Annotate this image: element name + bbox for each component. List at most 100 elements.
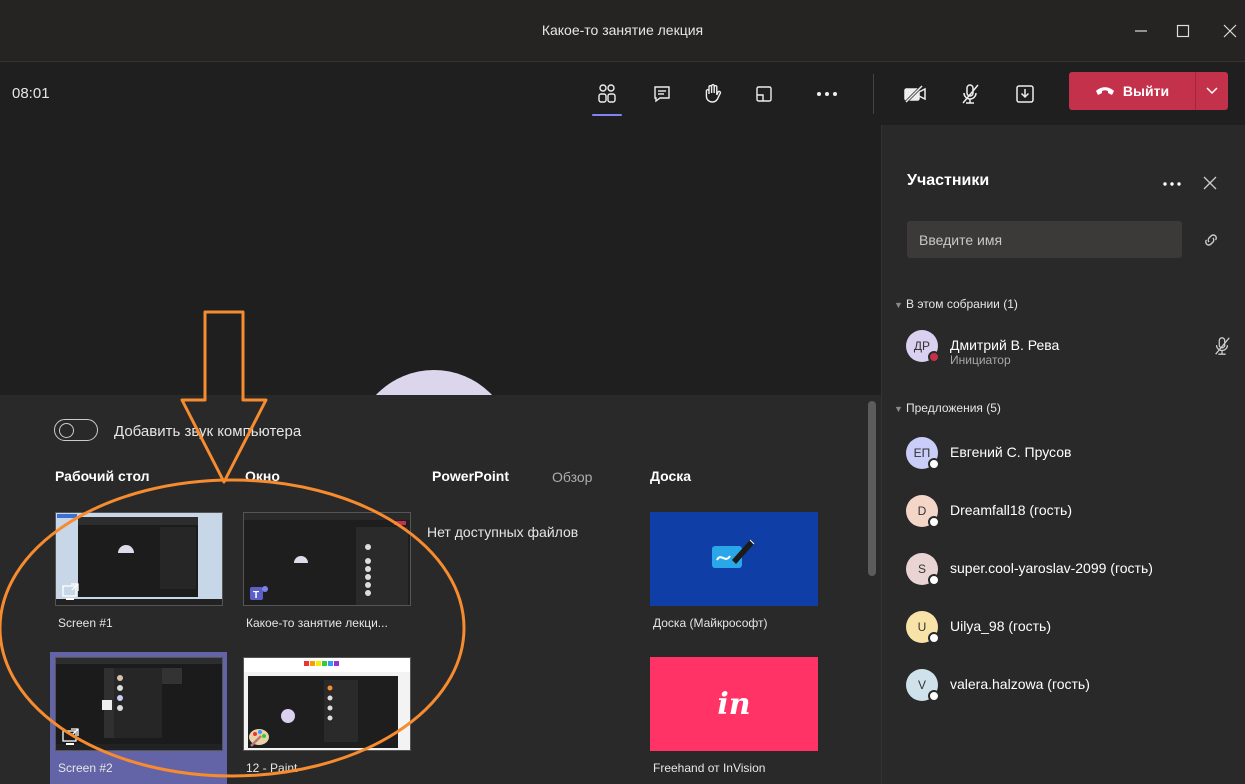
presence-badge (928, 351, 940, 363)
suggestion-item[interactable]: ЕП Евгений С. Прусов (906, 437, 1236, 477)
suggestion-item[interactable]: V valera.halzowa (гость) (906, 669, 1236, 709)
screen-preview (55, 657, 223, 751)
presence-badge (928, 516, 940, 528)
meeting-toolbar: 08:01 Выйти (0, 62, 1245, 125)
leave-options-button[interactable] (1195, 72, 1228, 110)
screen-1-preview-image (56, 513, 222, 605)
ellipsis-icon (1163, 182, 1181, 186)
tray-scrollbar[interactable] (868, 401, 876, 576)
participant-name: Dreamfall18 (гость) (950, 502, 1072, 518)
presence-badge (928, 458, 940, 470)
participant-name: super.cool-yaroslav-2099 (гость) (950, 560, 1153, 576)
paint-app-icon (249, 729, 269, 747)
close-icon (1203, 176, 1217, 190)
chevron-down-icon: ▼ (894, 404, 903, 414)
chevron-down-icon: ▼ (894, 300, 903, 310)
suggestions-header[interactable]: ▼ Предложения (5) (894, 401, 1001, 415)
people-icon (598, 84, 616, 103)
close-icon (1223, 24, 1237, 38)
chat-button[interactable] (644, 76, 680, 112)
raise-hand-button[interactable] (695, 76, 731, 112)
section-powerpoint: PowerPoint (432, 468, 510, 484)
suggestion-item[interactable]: D Dreamfall18 (гость) (906, 495, 1236, 535)
screen-share-icon (62, 583, 79, 600)
in-meeting-header-label: В этом собрании (1) (906, 297, 1018, 311)
title-bar: Какое-то занятие лекция (0, 0, 1245, 62)
window-title: Какое-то занятие лекция (541, 22, 704, 38)
panel-more-button[interactable] (1163, 171, 1181, 192)
window-preview (243, 657, 411, 751)
maximize-icon (1176, 24, 1190, 38)
invision-logo: in (717, 686, 751, 722)
more-actions-button[interactable] (809, 76, 845, 112)
link-icon (1205, 234, 1217, 246)
thumb-caption: Freehand от InVision (653, 761, 766, 775)
thumb-caption: Screen #2 (58, 761, 113, 775)
participants-panel: Участники ▼В этом собрании (1) ДР Дмитри… (881, 125, 1245, 784)
screen-preview (55, 512, 223, 606)
section-window: Окно (245, 468, 280, 484)
suggestion-item[interactable]: S super.cool-yaroslav-2099 (гость) (906, 553, 1236, 593)
browse-files-link[interactable]: Обзор (552, 469, 592, 485)
participant-name: Евгений С. Прусов (950, 444, 1072, 460)
mic-off-icon (1215, 337, 1230, 355)
whiteboard-preview (650, 512, 818, 606)
leave-label: Выйти (1122, 83, 1170, 99)
mic-off-icon (962, 84, 979, 104)
hang-up-icon (1095, 87, 1114, 95)
chat-icon (654, 86, 670, 103)
thumb-caption: Доска (Майкрософт) (653, 616, 768, 630)
camera-toggle-button[interactable] (897, 76, 933, 112)
thumb-caption: Screen #1 (58, 616, 113, 630)
share-content-button[interactable] (1007, 76, 1043, 112)
whiteboard-icon (712, 539, 755, 568)
participant-search-input[interactable] (907, 221, 1182, 258)
panel-close-button[interactable] (1200, 173, 1220, 193)
share-invite-button[interactable] (1202, 231, 1222, 251)
include-sound-toggle[interactable] (54, 419, 98, 441)
suggestions-header-label: Предложения (5) (906, 401, 1001, 415)
minimize-button[interactable] (1126, 16, 1156, 46)
thumb-caption: Какое-то занятие лекци... (246, 616, 388, 630)
screen-share-icon (62, 728, 79, 745)
camera-off-icon (904, 84, 926, 104)
window-preview: T (243, 512, 411, 606)
participant-name: Uilya_98 (гость) (950, 618, 1051, 634)
participant-name: Дмитрий В. Рева (950, 337, 1060, 353)
participants-button[interactable] (589, 76, 625, 116)
freehand-preview: in (650, 657, 818, 751)
include-sound-label: Добавить звук компьютера (114, 423, 302, 440)
hand-icon (705, 84, 722, 103)
ellipsis-icon (817, 92, 837, 96)
meeting-timer: 08:01 (12, 85, 50, 102)
share-tray-icon (1016, 85, 1034, 103)
in-meeting-header[interactable]: ▼ В этом собрании (1) (894, 297, 1018, 311)
thumb-caption: 12 - Paint (246, 761, 298, 775)
toolbar-separator (873, 74, 874, 114)
section-desktop: Рабочий стол (55, 468, 150, 484)
close-window-button[interactable] (1215, 16, 1245, 46)
share-tray: Добавить звук компьютера Рабочий стол Ок… (0, 395, 881, 784)
panel-title: Участники (907, 172, 990, 189)
minimize-icon (1135, 30, 1147, 32)
no-files-message: Нет доступных файлов (427, 524, 579, 540)
teams-meeting-window: Какое-то занятие лекция 08:01 Выйти Доба… (0, 0, 1245, 784)
presence-badge (928, 574, 940, 586)
participant-name: valera.halzowa (гость) (950, 676, 1090, 692)
maximize-button[interactable] (1168, 16, 1198, 46)
leave-button-group: Выйти (1069, 72, 1228, 110)
rooms-icon (756, 86, 772, 102)
presence-badge (928, 690, 940, 702)
breakout-rooms-button[interactable] (746, 76, 782, 112)
participant-item[interactable]: ДР Дмитрий В. Рева Инициатор (906, 330, 1236, 370)
chevron-down-icon (1206, 87, 1218, 95)
suggestion-item[interactable]: U Uilya_98 (гость) (906, 611, 1236, 651)
teams-app-icon: T (250, 586, 268, 601)
participant-role: Инициатор (950, 353, 1011, 367)
presence-badge (928, 632, 940, 644)
screen-2-preview-image (56, 658, 222, 750)
mic-toggle-button[interactable] (952, 76, 988, 112)
section-whiteboard: Доска (650, 468, 692, 484)
svg-text:T: T (253, 590, 259, 601)
leave-button[interactable]: Выйти (1069, 72, 1195, 110)
